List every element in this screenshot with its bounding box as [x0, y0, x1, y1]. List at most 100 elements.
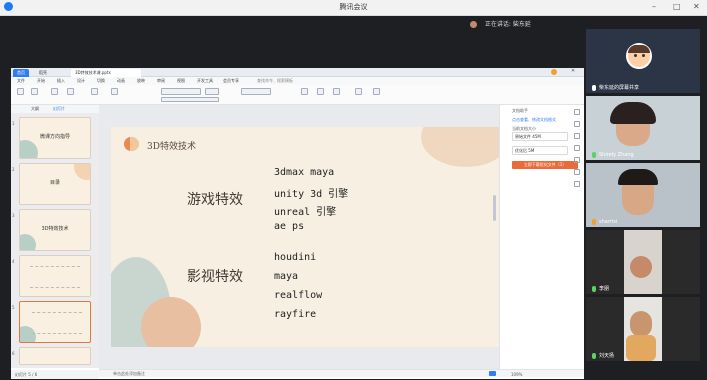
rail-icon[interactable]	[574, 133, 580, 139]
rail-icon[interactable]	[574, 169, 580, 175]
rail-icon[interactable]	[574, 181, 580, 187]
select-icon[interactable]	[373, 88, 380, 95]
slide-thumbnail-selected[interactable]	[19, 301, 91, 343]
microphone-icon	[592, 352, 596, 359]
thumb-number: 5	[12, 305, 15, 310]
menu-transition[interactable]: 切换	[97, 78, 105, 84]
panel-link[interactable]: 点击查看、修改文档格式	[512, 117, 556, 123]
section-icon[interactable]	[111, 88, 118, 95]
meeting-window: { "window": {"title": "腾讯会议"}, "speaking…	[0, 0, 707, 380]
current-slide[interactable]: 3D特效技术 游戏特效 3dmax maya unity 3d 引擎 unrea…	[111, 127, 500, 347]
new-slide-icon[interactable]	[51, 88, 58, 95]
slide-thumbnails: 1 微课方向指导 2 目录 3 3D特效技术 4 5 6	[11, 113, 99, 368]
thumbnail-tabs: 大纲 幻灯片	[11, 105, 99, 113]
menu-devtools[interactable]: 开发工具	[197, 78, 213, 84]
thumb-number: 6	[12, 351, 15, 356]
menu-review[interactable]: 审阅	[157, 78, 165, 84]
paste-icon[interactable]	[17, 88, 24, 95]
title-halfcircle-icon	[130, 137, 139, 151]
paragraph-buttons[interactable]	[241, 88, 271, 95]
title-bar: 腾讯会议 – □ ✕	[0, 0, 707, 16]
panel-title: 文档助手	[512, 108, 528, 113]
menu-animation[interactable]: 动画	[117, 78, 125, 84]
speaking-indicator: 正在讲话: 柴东延	[470, 19, 531, 28]
tab-docer[interactable]: 稻壳	[35, 69, 51, 77]
vertical-scrollbar[interactable]	[493, 195, 496, 221]
thumb-title: 微课方向指导	[39, 134, 70, 140]
section-game-effects: 游戏特效	[187, 192, 243, 208]
menu-design[interactable]: 设计	[77, 78, 85, 84]
menu-vip[interactable]: 会员专享	[223, 78, 239, 84]
wps-close-icon[interactable]: ✕	[571, 68, 575, 74]
play-slideshow-icon[interactable]	[489, 371, 496, 376]
participant-tile[interactable]: 柴东延的屏幕共享	[586, 29, 700, 93]
arrange-icon[interactable]	[333, 88, 340, 95]
participant-name: 刘天扬	[592, 352, 614, 359]
thumb-number: 1	[12, 121, 15, 126]
play-icon[interactable]	[67, 88, 74, 95]
slide-thumbnail[interactable]	[19, 347, 91, 365]
tab-document[interactable]: 3D特效技术课.pptx	[71, 69, 141, 77]
thumb-number: 2	[12, 167, 15, 172]
ribbon-toolbar	[11, 85, 584, 105]
slide-thumbnail[interactable]: 微课方向指导	[19, 117, 91, 159]
rail-icon[interactable]	[574, 145, 580, 151]
participant-name: sharrisi	[592, 219, 617, 225]
participant-name: 柴东延的屏幕共享	[592, 84, 639, 91]
slide-thumbnail[interactable]: 目录	[19, 163, 91, 205]
text-style-buttons[interactable]	[161, 97, 219, 102]
slide-thumbnail[interactable]: 3D特效技术	[19, 209, 91, 251]
menu-view[interactable]: 视图	[177, 78, 185, 84]
video-hair	[610, 102, 656, 124]
window-title: 腾讯会议	[339, 3, 368, 11]
film-tool-item: rayfire	[274, 309, 317, 320]
shapes-icon[interactable]	[317, 88, 324, 95]
decor-shape-top-right	[421, 127, 500, 167]
game-tool-item: ae ps	[274, 221, 305, 232]
maximize-icon[interactable]: □	[673, 2, 681, 11]
notes-placeholder: 单击此处添加备注	[113, 371, 145, 376]
tab-slides[interactable]: 幻灯片	[53, 106, 65, 112]
original-size-field: 原始文件 45M	[512, 132, 568, 141]
shared-screen-wps: 首页 稻壳 3D特效技术课.pptx ✕ 文件 开始 插入 设计 切换 动画 放…	[11, 68, 584, 379]
slide-thumbnail[interactable]	[19, 255, 91, 297]
textbox-icon[interactable]	[301, 88, 308, 95]
layout-icon[interactable]	[91, 88, 98, 95]
tab-home[interactable]: 首页	[13, 69, 29, 77]
find-icon[interactable]	[355, 88, 362, 95]
participant-tile[interactable]: 刘天扬	[586, 297, 700, 361]
participant-tile[interactable]: sharrisi	[586, 163, 700, 227]
cursor-icon	[562, 292, 566, 299]
speaker-avatar-icon	[470, 21, 477, 28]
thumb-content	[30, 266, 80, 288]
participant-tile[interactable]: Shirely Zhang	[586, 96, 700, 160]
optimized-size-field: 优化后 5M	[512, 146, 568, 155]
format-painter-icon[interactable]	[31, 88, 38, 95]
menu-slideshow[interactable]: 放映	[137, 78, 145, 84]
rail-icon[interactable]	[574, 121, 580, 127]
font-family-select[interactable]	[161, 88, 201, 95]
wps-tab-row: 首页 稻壳 3D特效技术课.pptx ✕	[11, 68, 584, 77]
thumb-number: 3	[12, 213, 15, 218]
thumb-title: 目录	[49, 180, 60, 186]
section-film-effects: 影视特效	[187, 269, 243, 285]
font-size-select[interactable]	[205, 88, 219, 95]
command-search[interactable]: 查找命令、搜索模板	[257, 78, 293, 84]
menu-start[interactable]: 开始	[37, 78, 45, 84]
tab-outline[interactable]: 大纲	[31, 106, 39, 112]
wps-menu-row: 文件 开始 插入 设计 切换 动画 放映 审阅 视图 开发工具 会员专享 查找命…	[11, 77, 584, 85]
user-avatar-icon[interactable]	[551, 69, 557, 75]
participant-tile[interactable]: 李朋	[586, 230, 700, 294]
close-icon[interactable]: ✕	[693, 2, 700, 11]
participant-name: Shirely Zhang	[592, 152, 634, 158]
video-person	[630, 311, 652, 337]
video-hair	[618, 169, 658, 185]
zoom-level[interactable]: 109%	[511, 372, 522, 377]
download-optimized-button[interactable]: 立即下载优化文件（1）	[512, 161, 578, 169]
rail-icon[interactable]	[574, 157, 580, 163]
menu-file[interactable]: 文件	[17, 78, 25, 84]
microphone-icon	[592, 84, 596, 91]
rail-icon[interactable]	[574, 109, 580, 115]
menu-insert[interactable]: 插入	[57, 78, 65, 84]
minimize-icon[interactable]: –	[652, 2, 656, 11]
